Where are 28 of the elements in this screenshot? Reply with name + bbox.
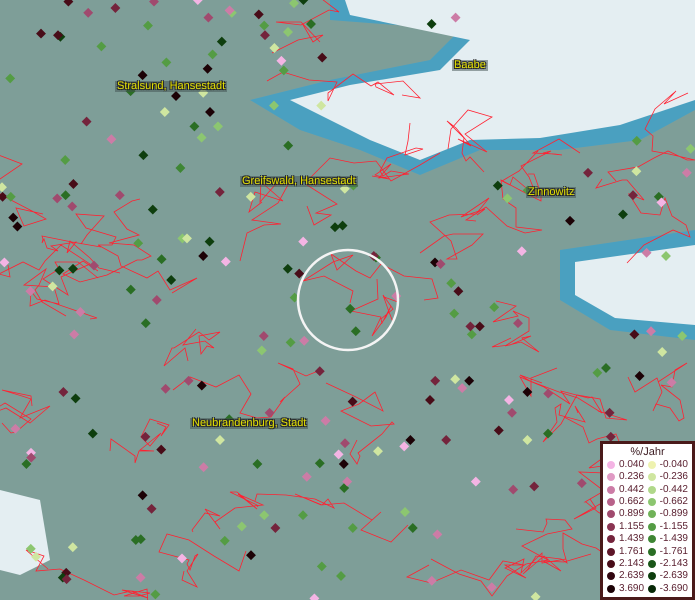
legend-value: 0.040 — [619, 460, 644, 470]
legend-value: -0.662 — [660, 497, 688, 508]
legend-value: -1.155 — [660, 522, 688, 532]
legend-value: -3.690 — [660, 584, 688, 594]
legend-value: 3.690 — [619, 584, 644, 594]
legend-value: 2.639 — [619, 571, 644, 582]
legend-title: %/Jahr — [629, 446, 666, 459]
legend-value: 1.761 — [619, 546, 644, 557]
place-label: Zinnowitz — [526, 187, 576, 198]
legend-value: -2.639 — [660, 571, 688, 582]
place-label: Neubrandenburg, Stadt — [190, 418, 308, 429]
place-label: Greifswald, Hansestadt — [240, 176, 358, 187]
legend-value: -0.236 — [660, 472, 688, 482]
legend-value: 2.143 — [619, 559, 644, 570]
legend-value: -0.040 — [660, 460, 688, 470]
legend-value: -2.143 — [660, 559, 688, 570]
legend-value: 0.899 — [619, 509, 644, 520]
place-label: Stralsund, Hansestadt — [115, 81, 228, 92]
legend-value: 1.155 — [619, 522, 644, 532]
legend-value: -0.899 — [660, 509, 688, 520]
legend-value: -1.761 — [660, 546, 688, 557]
legend-value: 0.662 — [619, 497, 644, 508]
legend-value: 0.442 — [619, 484, 644, 495]
legend-value: -1.439 — [660, 534, 688, 544]
place-label: Baabe — [452, 60, 488, 71]
legend-value: -0.442 — [660, 484, 688, 495]
legend-value: 0.236 — [619, 472, 644, 482]
legend-value: 1.439 — [619, 534, 644, 544]
